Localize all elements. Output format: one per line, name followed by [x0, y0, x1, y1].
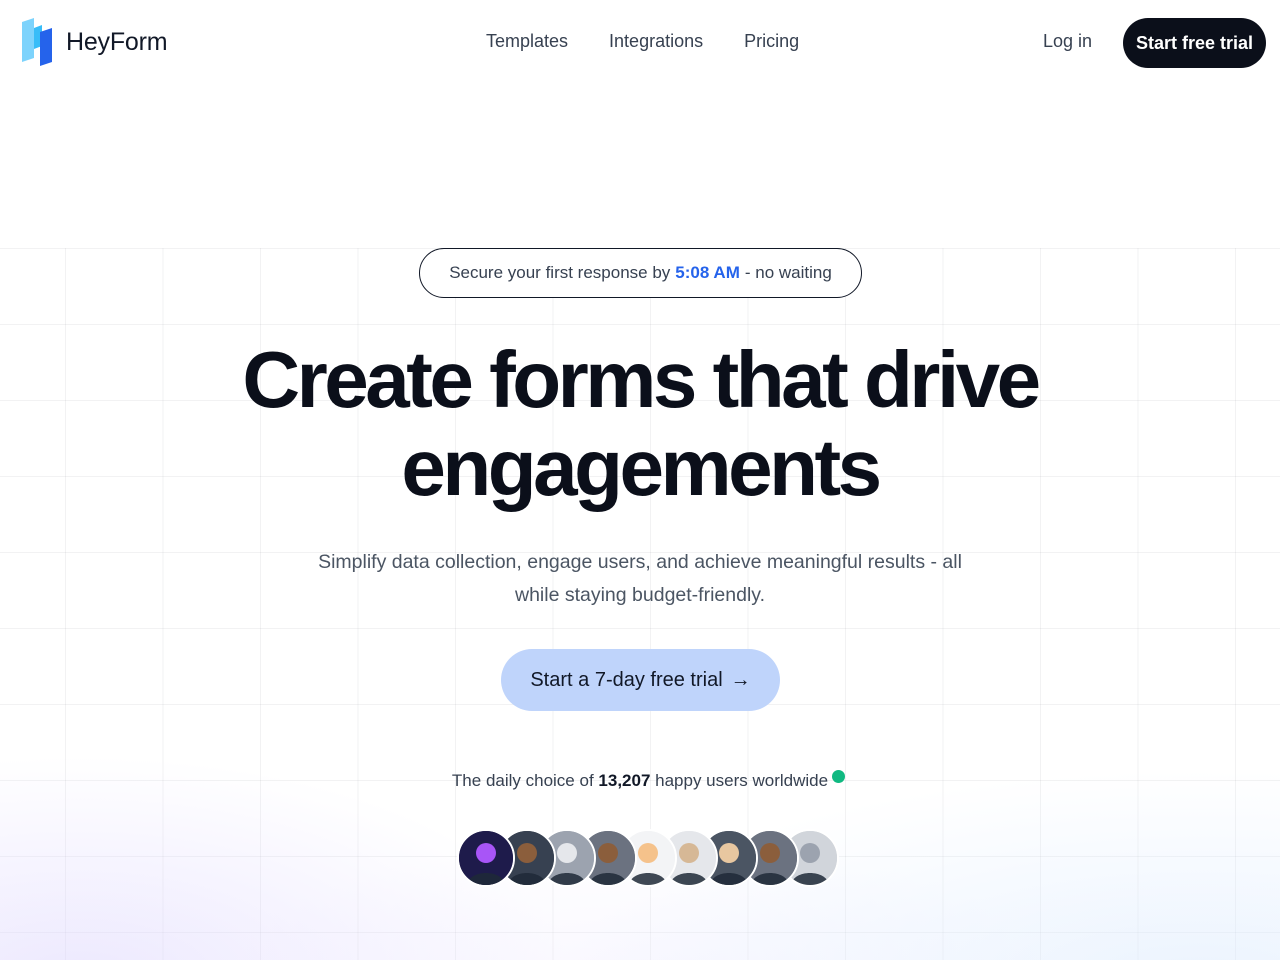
start-free-trial-button[interactable]: Start free trial: [1123, 18, 1266, 68]
social-suffix: happy users worldwide: [655, 771, 829, 790]
badge-suffix: - no waiting: [744, 263, 832, 282]
hero-subtext: Simplify data collection, engage users, …: [318, 551, 962, 606]
headline-line-1: Create forms that drive: [242, 335, 1041, 424]
start-7-day-trial-button[interactable]: Start a 7-day free trial →: [501, 649, 780, 711]
nav-pricing[interactable]: Pricing: [744, 31, 799, 52]
hero-headline: Create forms that drive engagements: [0, 336, 1280, 512]
nav-integrations[interactable]: Integrations: [609, 31, 703, 52]
cta-label: Start a 7-day free trial: [530, 668, 723, 691]
heyform-logo-icon: [20, 18, 54, 66]
user-avatar-stack: [457, 829, 839, 887]
brand-logo[interactable]: HeyForm: [20, 18, 168, 66]
background-gradient: [0, 560, 1280, 960]
site-header: HeyForm Templates Integrations Pricing L…: [0, 0, 1280, 86]
nav-templates[interactable]: Templates: [486, 31, 568, 52]
badge-prefix: Secure your first response by: [449, 263, 671, 282]
main-nav: Templates Integrations Pricing: [486, 31, 799, 52]
arrow-right-icon: →: [730, 668, 751, 691]
social-proof-text: The daily choice of 13,207 happy users w…: [0, 771, 1280, 791]
login-link[interactable]: Log in: [1043, 31, 1092, 52]
landing-page: HeyForm Templates Integrations Pricing L…: [0, 0, 1280, 960]
brand-name: HeyForm: [66, 27, 168, 56]
headline-line-2: engagements: [401, 423, 882, 512]
user-avatar-icon: [457, 829, 515, 887]
user-count: 13,207: [598, 771, 651, 790]
social-prefix: The daily choice of: [451, 771, 594, 790]
online-status-dot: [832, 770, 845, 783]
first-response-badge: Secure your first response by 5:08 AM - …: [419, 248, 862, 298]
badge-time: 5:08 AM: [675, 263, 740, 282]
